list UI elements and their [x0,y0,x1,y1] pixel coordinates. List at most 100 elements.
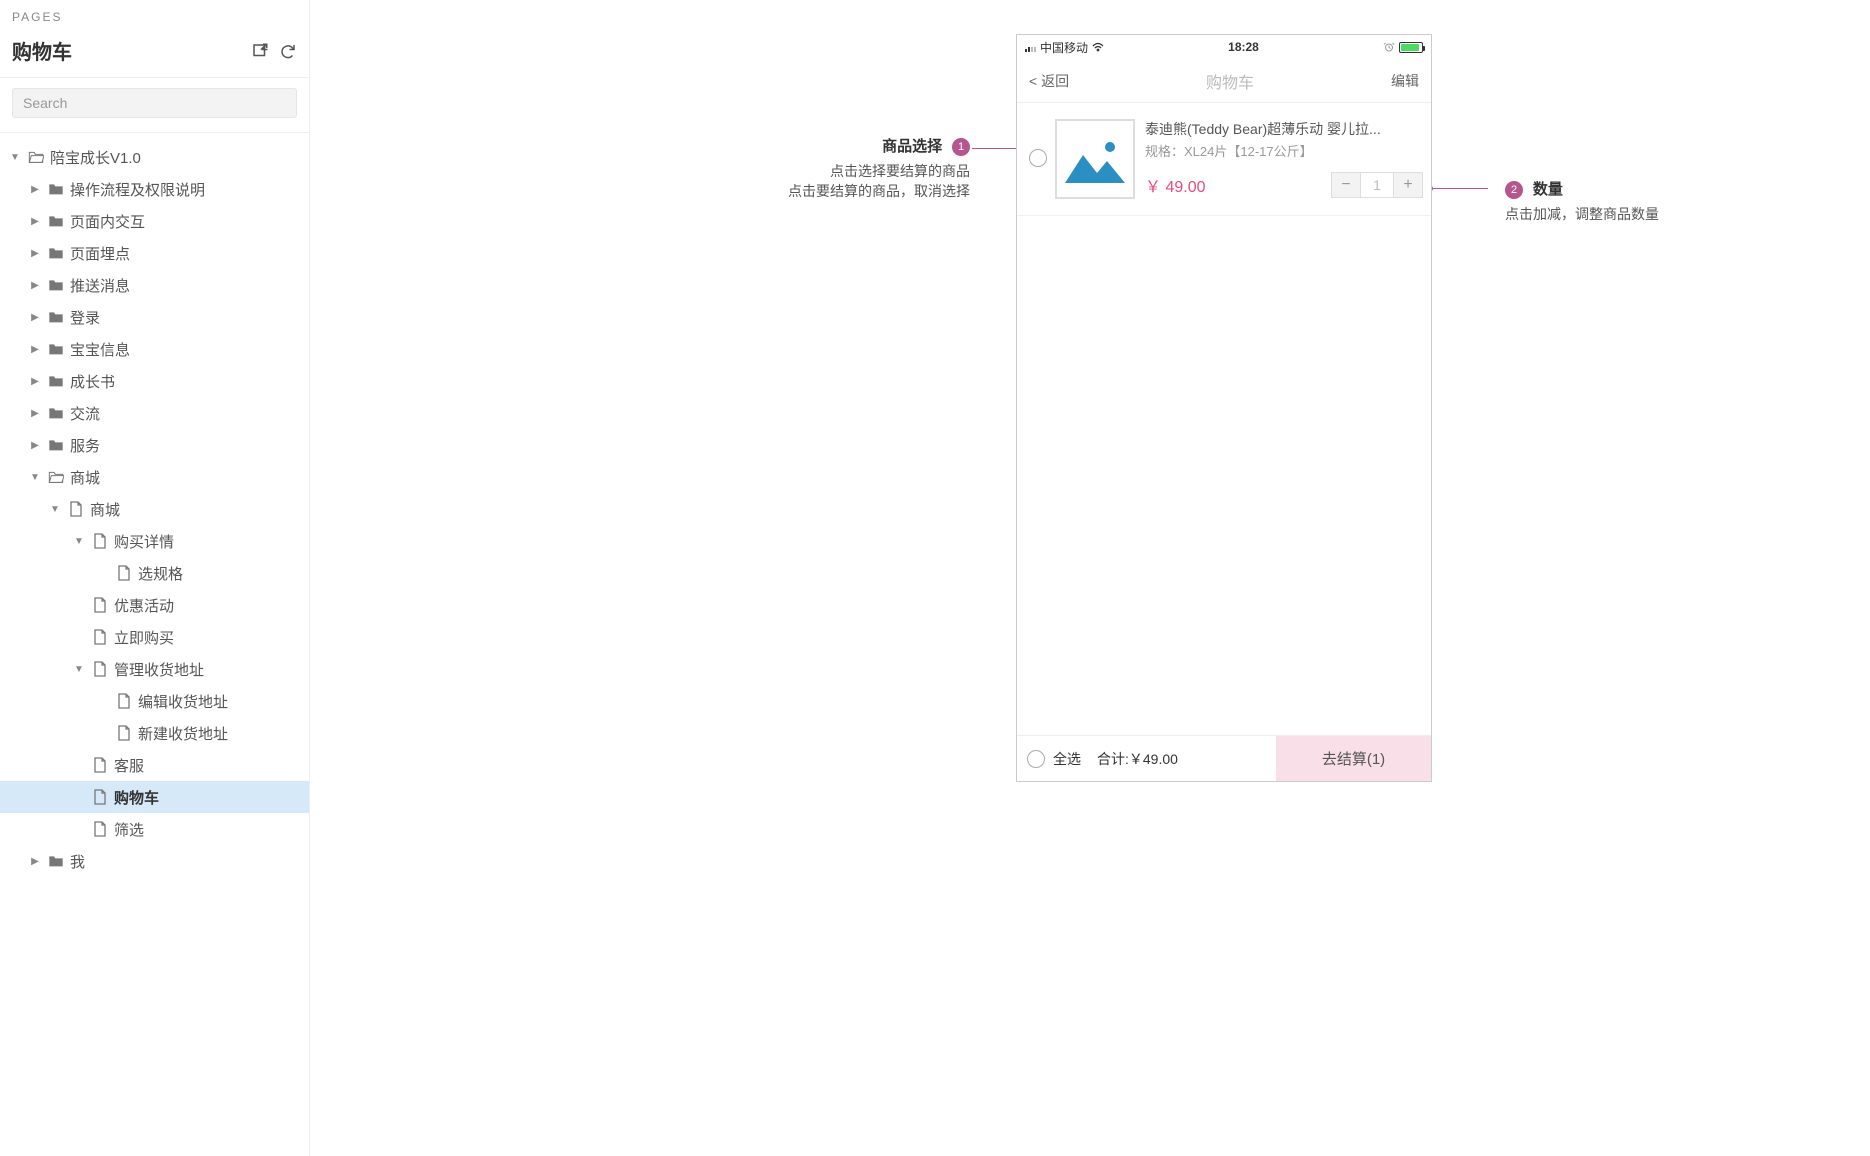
folder-icon [46,342,66,356]
caret-icon: ▶ [28,856,42,867]
tree-item[interactable]: 优惠活动 [0,589,309,621]
checkout-button[interactable]: 去结算(1) [1276,736,1431,781]
battery-icon [1399,42,1423,53]
product-title: 泰迪熊(Teddy Bear)超薄乐动 婴儿拉... [1145,119,1423,139]
cart-footer: 全选 合计:￥49.00 去结算(1) [1017,735,1431,781]
tree-item[interactable]: 购物车 [0,781,309,813]
caret-icon: ▶ [28,344,42,355]
export-icon[interactable] [251,42,269,60]
tree-item[interactable]: ▶推送消息 [0,269,309,301]
caret-icon: ▶ [28,216,42,227]
caret-icon: ▶ [28,184,42,195]
folder-icon [26,150,46,164]
tree-item[interactable]: ▶ 页面内交互 [0,205,309,237]
nav-title: 购物车 [1206,69,1254,93]
page-icon [90,661,110,677]
caret-icon: ▶ [28,248,42,259]
annotation-connector [1430,188,1488,189]
folder-icon [46,438,66,452]
status-bar: 中国移动 18:28 [1017,35,1431,59]
select-all-label: 全选 [1053,749,1081,769]
annotation-product-select: 商品选择 1 点击选择要结算的商品 点击要结算的商品，取消选择 [740,135,970,201]
caret-icon: ▶ [28,312,42,323]
tree-item[interactable]: ▼ 商城 [0,461,309,493]
tree-item[interactable]: ▶我 [0,845,309,877]
tree-item[interactable]: 编辑收货地址 [0,685,309,717]
tree-label: 操作流程及权限说明 [70,179,301,200]
tree-item[interactable]: ▼管理收货地址 [0,653,309,685]
tree-item[interactable]: ▼购买详情 [0,525,309,557]
quantity-stepper: − 1 + [1331,172,1423,198]
select-all-radio[interactable] [1027,750,1045,768]
tree-item[interactable]: 筛选 [0,813,309,845]
tree-label: 陪宝成长V1.0 [50,147,301,168]
tree-item[interactable]: 客服 [0,749,309,781]
canvas: 商品选择 1 点击选择要结算的商品 点击要结算的商品，取消选择 2 数量 点击加… [310,0,1870,1156]
increase-button[interactable]: + [1394,173,1422,197]
tree-item[interactable]: 立即购买 [0,621,309,653]
tree-label: 页面埋点 [70,243,301,264]
tree-label: 优惠活动 [114,595,301,616]
caret-icon: ▼ [8,152,22,163]
tree-label: 新建收货地址 [138,723,301,744]
select-item-radio[interactable] [1029,149,1047,167]
tree-item[interactable]: ▶ 服务 [0,429,309,461]
tree-item[interactable]: ▶交流 [0,397,309,429]
tree-item[interactable]: ▶ 成长书 [0,365,309,397]
folder-icon [46,310,66,324]
page-icon [90,629,110,645]
page-icon [90,757,110,773]
tree-item[interactable]: 选规格 [0,557,309,589]
tree-label: 交流 [70,403,301,424]
tree-label: 宝宝信息 [70,339,301,360]
caret-icon: ▶ [28,440,42,451]
tree-label: 服务 [70,435,301,456]
tree-label: 我 [70,851,301,872]
caret-icon: ▼ [28,472,42,483]
sidebar: PAGES 购物车 ▼ 陪宝成长V1.0 ▶ 操作流程及权限说明 ▶ 页面内交互 ▶ 页面埋点… [0,0,310,1156]
annotation-badge: 1 [952,138,970,156]
page-icon [90,821,110,837]
caret-icon: ▶ [28,376,42,387]
wifi-icon [1092,42,1104,52]
tree-item[interactable]: 新建收货地址 [0,717,309,749]
folder-icon [46,374,66,388]
search-input[interactable] [12,88,297,118]
sidebar-header: PAGES [0,0,309,30]
page-icon [114,693,134,709]
folder-icon [46,246,66,260]
tree-label: 商城 [90,499,301,520]
folder-icon [46,406,66,420]
tree-label: 客服 [114,755,301,776]
folder-icon [46,470,66,484]
annotation-title: 商品选择 [882,138,942,155]
tree-label: 立即购买 [114,627,301,648]
tree-label: 购物车 [114,787,301,808]
page-icon [114,565,134,581]
tree-label: 编辑收货地址 [138,691,301,712]
carrier-label: 中国移动 [1040,39,1088,56]
product-thumbnail[interactable] [1055,119,1135,199]
tree-label: 页面内交互 [70,211,301,232]
tree-item[interactable]: ▶登录 [0,301,309,333]
caret-icon: ▼ [72,536,86,547]
tree-label: 商城 [70,467,301,488]
back-button[interactable]: < 返回 [1029,71,1069,91]
product-price: ￥ 49.00 [1145,173,1206,197]
tree-item[interactable]: ▼商城 [0,493,309,525]
page-icon [66,501,86,517]
tree-item[interactable]: ▶ 宝宝信息 [0,333,309,365]
tree-item[interactable]: ▼ 陪宝成长V1.0 [0,141,309,173]
tree-label: 成长书 [70,371,301,392]
decrease-button[interactable]: − [1332,173,1360,197]
annotation-badge: 2 [1505,181,1523,199]
page-icon [90,533,110,549]
refresh-icon[interactable] [279,42,297,60]
tree-label: 选规格 [138,563,301,584]
edit-button[interactable]: 编辑 [1391,71,1419,91]
folder-icon [46,854,66,868]
tree-item[interactable]: ▶ 页面埋点 [0,237,309,269]
tree-item[interactable]: ▶ 操作流程及权限说明 [0,173,309,205]
alarm-icon [1383,41,1395,53]
nav-bar: < 返回 购物车 编辑 [1017,59,1431,103]
